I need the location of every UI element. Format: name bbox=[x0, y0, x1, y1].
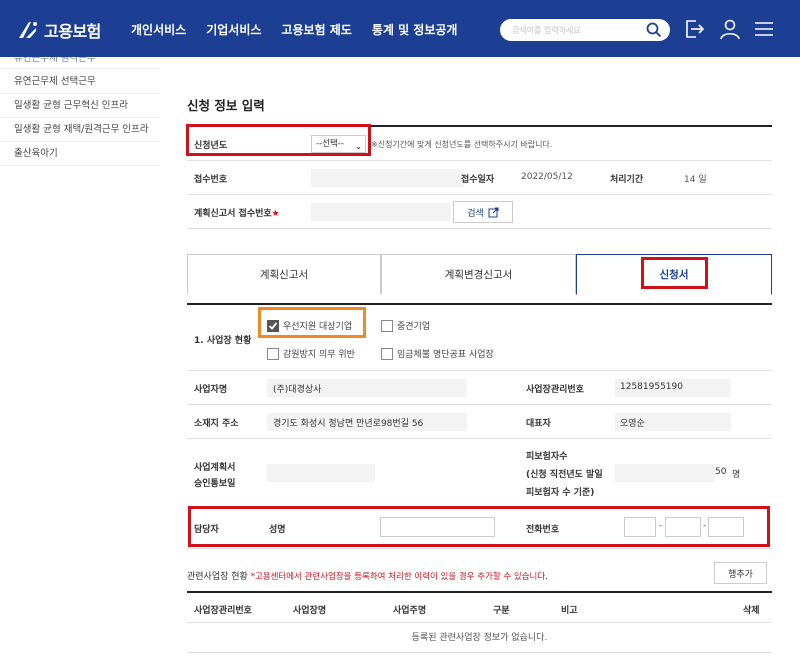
checkbox-layoff-violation[interactable]: 감원방지 의무 위반 bbox=[267, 347, 355, 360]
add-row-button[interactable]: 행추가 bbox=[714, 562, 767, 584]
main-nav: 개인서비스 기업서비스 고용보험 제도 통계 및 정보공개 bbox=[131, 21, 477, 38]
checkbox-midsize[interactable]: 중견기업 bbox=[381, 319, 430, 332]
tab-plan-report[interactable]: 계획신고서 bbox=[187, 254, 381, 294]
plan-no-label: 계획신고서 접수번호★ bbox=[194, 209, 280, 219]
related-table-header: 사업장관리번호 사업장명 사업주명 구분 비고 삭제 bbox=[187, 593, 772, 623]
sidebar-item-innovation[interactable]: 일생활 균형 근무혁신 인프라 bbox=[0, 94, 160, 118]
receipt-date-label: 접수일자 bbox=[461, 175, 495, 185]
receipt-no-field bbox=[311, 169, 464, 187]
related-table: 사업장관리번호 사업장명 사업주명 구분 비고 삭제 등록된 관련사업장 정보가… bbox=[187, 591, 772, 653]
menu-icon[interactable] bbox=[752, 17, 776, 41]
company-row: 사업자명 (주)대경상사 사업장관리번호 12581955190 bbox=[187, 371, 772, 405]
login-icon[interactable] bbox=[682, 17, 706, 41]
insured-unit: 명 bbox=[732, 470, 741, 480]
plan-no-row: 계획신고서 접수번호★ 검색 bbox=[187, 195, 772, 229]
sidebar-item-selective[interactable]: 유연근무제 선택근무 bbox=[0, 70, 160, 94]
approval-date-field bbox=[267, 464, 375, 482]
search-input[interactable] bbox=[512, 23, 642, 37]
insured-count: 50 bbox=[715, 467, 727, 477]
col-mgmt-no: 사업장관리번호 bbox=[194, 606, 252, 616]
highlight-tab bbox=[641, 257, 708, 289]
insured-label-3: 피보험자 수 기준) bbox=[526, 488, 595, 498]
col-delete: 삭제 bbox=[743, 606, 760, 616]
page-title: 신청 정보 입력 bbox=[187, 98, 265, 113]
search-icon[interactable] bbox=[646, 22, 662, 38]
address-label: 소재지 주소 bbox=[194, 419, 239, 429]
approval-label-2: 승인통보일 bbox=[194, 479, 236, 489]
external-link-icon bbox=[488, 207, 499, 217]
col-owner-name: 사업주명 bbox=[393, 606, 427, 616]
search-box bbox=[500, 19, 670, 41]
insured-label-1: 피보험자수 bbox=[526, 452, 568, 462]
period-label: 처리기간 bbox=[610, 175, 644, 185]
sidebar-item-childcare[interactable]: 출산육아기 bbox=[0, 142, 160, 166]
checkbox-wage-arrears[interactable]: 임금체불 명단공표 사업장 bbox=[381, 347, 494, 360]
user-icon[interactable] bbox=[718, 17, 742, 41]
highlight-manager bbox=[188, 506, 770, 547]
representative-value: 오영순 bbox=[620, 419, 645, 429]
col-company-name: 사업장명 bbox=[293, 606, 327, 616]
mgmt-no-value: 12581955190 bbox=[620, 382, 683, 392]
related-empty-message: 등록된 관련사업장 정보가 없습니다. bbox=[187, 623, 772, 653]
receipt-row: 접수번호 접수일자 2022/05/12 처리기간 14 일 bbox=[187, 161, 772, 195]
address-value: 경기도 화성시 정남면 만년로98번길 56 bbox=[273, 419, 424, 429]
plan-no-field bbox=[311, 203, 451, 221]
status-label: 1. 사업장 현황 bbox=[194, 336, 252, 346]
related-warning: *고용센터에서 관련사업장을 등록하여 처리한 이력이 있을 경우 추가할 수 … bbox=[250, 572, 548, 582]
approval-row: 사업계획서 승인통보일 피보험자수 (신청 직전년도 말일 피보험자 수 기준)… bbox=[187, 439, 772, 507]
company-name-value: (주)대경상사 bbox=[273, 385, 322, 395]
required-mark: ★ bbox=[271, 209, 280, 219]
related-title: 관련사업장 현황 *고용센터에서 관련사업장을 등록하여 처리한 이력이 있을 … bbox=[187, 572, 548, 582]
tab-plan-change[interactable]: 계획변경신고서 bbox=[381, 254, 576, 294]
nav-business[interactable]: 기업서비스 bbox=[206, 21, 261, 38]
sidebar-item-remote[interactable]: 유연근무제 원격근무 bbox=[0, 57, 160, 69]
nav-statistics[interactable]: 통계 및 정보공개 bbox=[372, 21, 458, 38]
col-category: 구분 bbox=[493, 606, 510, 616]
year-hint: ※신청기간에 맞게 신청년도를 선택하주시기 바랍니다. bbox=[371, 140, 553, 149]
company-name-label: 사업자명 bbox=[194, 385, 228, 395]
approval-label-1: 사업계획서 bbox=[194, 463, 236, 473]
highlight-year bbox=[186, 124, 371, 156]
plan-search-button[interactable]: 검색 bbox=[453, 201, 513, 223]
period-value: 14 일 bbox=[684, 175, 707, 185]
logo-icon bbox=[19, 22, 37, 38]
nav-system[interactable]: 고용보험 제도 bbox=[281, 21, 351, 38]
top-header: 고용보험 개인서비스 기업서비스 고용보험 제도 통계 및 정보공개 bbox=[0, 0, 800, 57]
nav-personal[interactable]: 개인서비스 bbox=[131, 21, 186, 38]
sidebar-item-telework[interactable]: 일생활 균형 재택/원격근무 인프라 bbox=[0, 118, 160, 142]
address-row: 소재지 주소 경기도 화성시 정남면 만년로98번길 56 대표자 오영순 bbox=[187, 405, 772, 439]
logo-text: 고용보험 bbox=[44, 22, 101, 41]
logo[interactable]: 고용보험 bbox=[16, 17, 101, 43]
representative-label: 대표자 bbox=[526, 419, 551, 429]
receipt-no-label: 접수번호 bbox=[194, 175, 228, 185]
insured-label-2: (신청 직전년도 말일 bbox=[526, 470, 603, 480]
sidebar: 유연근무제 원격근무 유연근무제 선택근무 일생활 균형 근무혁신 인프라 일생… bbox=[0, 57, 160, 166]
receipt-date-value: 2022/05/12 bbox=[521, 172, 573, 182]
mgmt-no-label: 사업장관리번호 bbox=[526, 385, 584, 395]
highlight-priority-checkbox bbox=[258, 307, 366, 338]
col-note: 비고 bbox=[561, 606, 578, 616]
